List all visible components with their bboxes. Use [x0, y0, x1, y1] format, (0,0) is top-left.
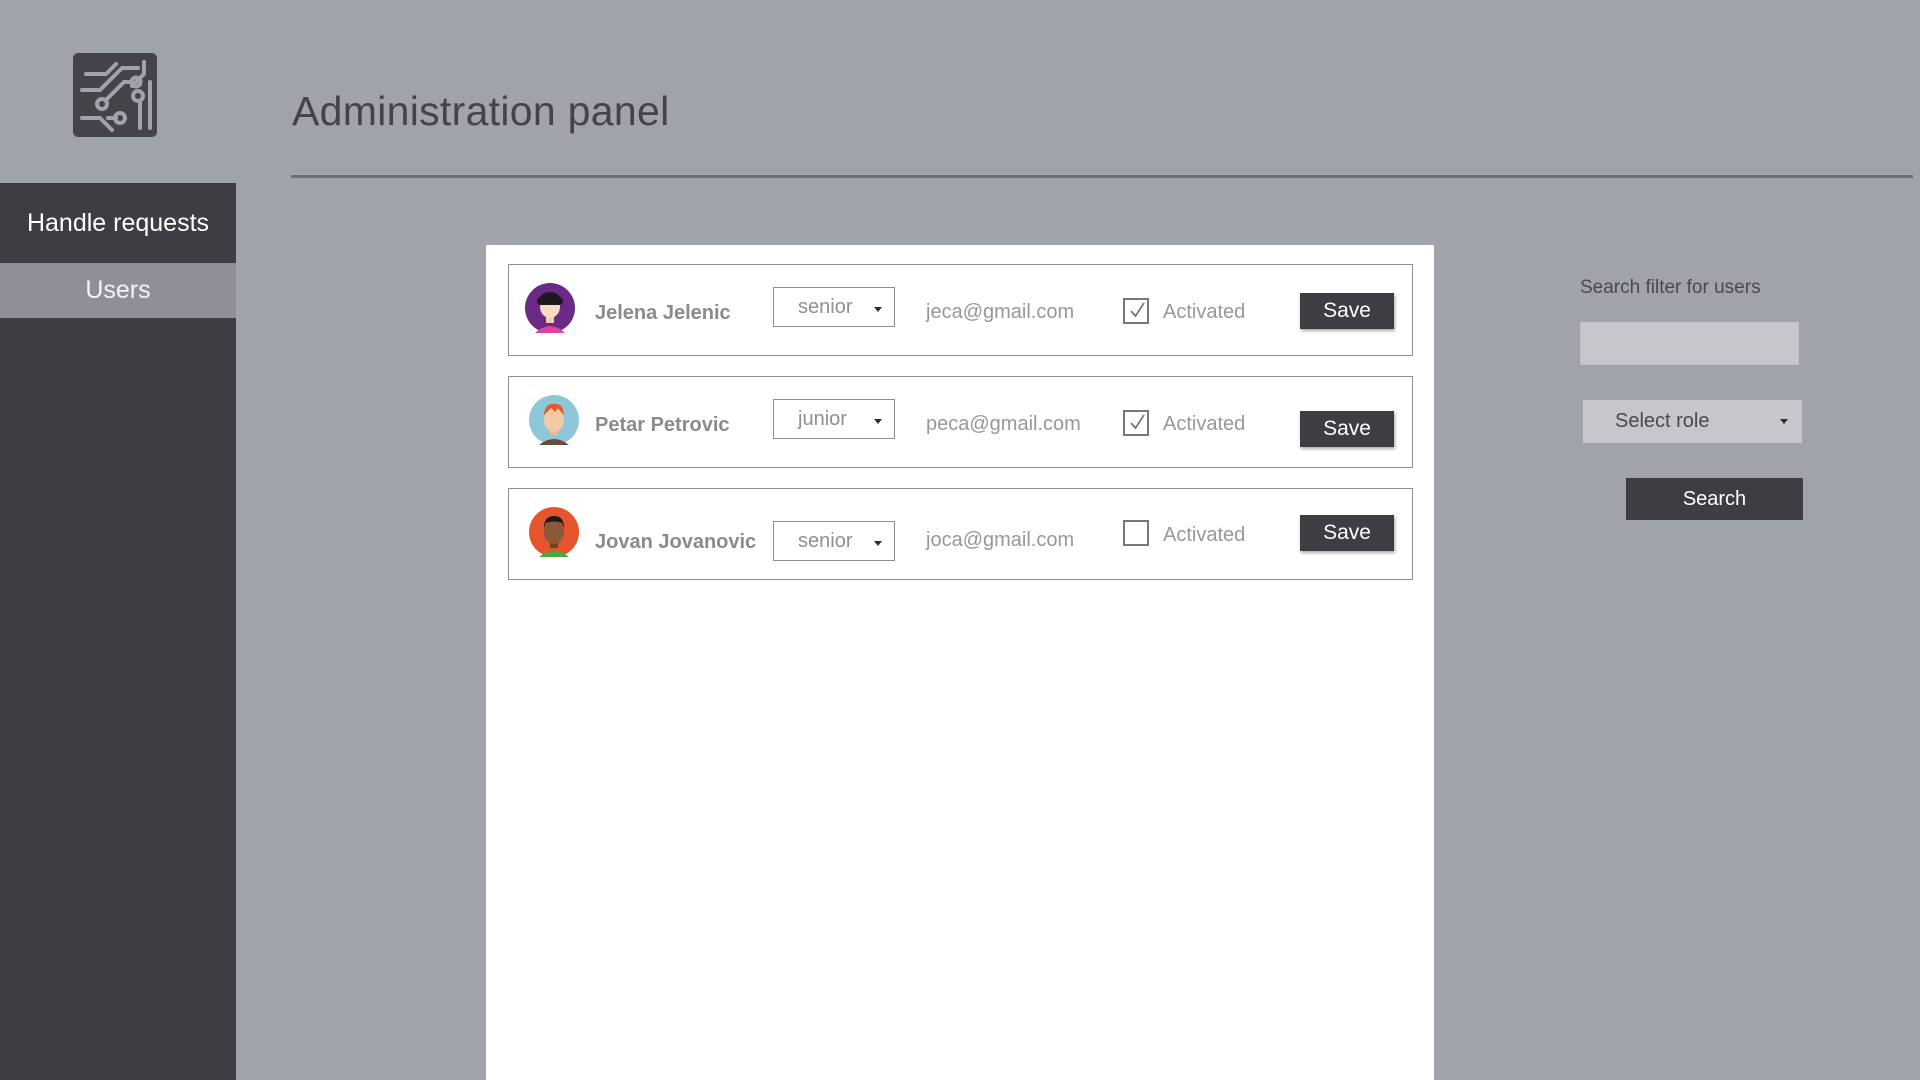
activated-label: Activated [1163, 301, 1246, 323]
search-button[interactable]: Search [1626, 478, 1803, 520]
man-darkskin-avatar-icon [529, 507, 579, 557]
activated-checkbox[interactable] [1123, 410, 1149, 436]
checkmark-icon [1130, 302, 1145, 318]
save-button[interactable]: Save [1300, 411, 1394, 447]
app-root: Handle requests Users Administration pan… [0, 0, 1920, 1080]
role-value: senior [798, 529, 853, 552]
user-name: Jelena Jelenic [595, 302, 731, 324]
users-panel: Jelena Jelenic senior jeca@gmail.com Act… [486, 245, 1434, 1080]
sidebar-item-users[interactable]: Users [0, 263, 236, 318]
user-email: joca@gmail.com [926, 529, 1075, 551]
checkmark-icon [1130, 414, 1145, 430]
search-filter-label: Search filter for users [1580, 277, 1761, 298]
sidebar: Handle requests Users [0, 183, 236, 1080]
caret-down-icon [874, 307, 882, 312]
role-dropdown[interactable]: senior [773, 287, 895, 327]
activated-label: Activated [1163, 413, 1246, 435]
woman-avatar-icon [525, 283, 575, 333]
search-input[interactable] [1580, 322, 1799, 365]
user-card: Petar Petrovic junior peca@gmail.com Act… [508, 376, 1413, 468]
activated-checkbox[interactable] [1123, 298, 1149, 324]
sidebar-item-handle-requests[interactable]: Handle requests [0, 183, 236, 263]
user-name: Petar Petrovic [595, 414, 730, 436]
activated-label: Activated [1163, 524, 1246, 546]
save-button[interactable]: Save [1300, 293, 1394, 329]
caret-down-icon [1780, 419, 1788, 424]
save-button[interactable]: Save [1300, 515, 1394, 551]
caret-down-icon [874, 419, 882, 424]
header-divider [291, 175, 1913, 178]
user-card: Jovan Jovanovic senior joca@gmail.com Ac… [508, 488, 1413, 580]
page-title: Administration panel [292, 88, 670, 134]
role-dropdown[interactable]: senior [773, 521, 895, 561]
role-value: senior [798, 295, 853, 318]
role-filter-value: Select role [1615, 410, 1710, 432]
user-name: Jovan Jovanovic [595, 531, 757, 553]
sidebar-item-label: Users [85, 276, 151, 304]
circuit-board-icon [72, 52, 158, 138]
user-card: Jelena Jelenic senior jeca@gmail.com Act… [508, 264, 1413, 356]
role-filter-dropdown[interactable]: Select role [1583, 400, 1802, 443]
activated-checkbox[interactable] [1123, 520, 1149, 546]
sidebar-item-label: Handle requests [26, 208, 210, 237]
user-email: peca@gmail.com [926, 413, 1081, 435]
user-email: jeca@gmail.com [926, 301, 1075, 323]
caret-down-icon [874, 541, 882, 546]
role-value: junior [798, 407, 847, 430]
role-dropdown[interactable]: junior [773, 399, 895, 439]
man-redhair-avatar-icon [529, 395, 579, 445]
